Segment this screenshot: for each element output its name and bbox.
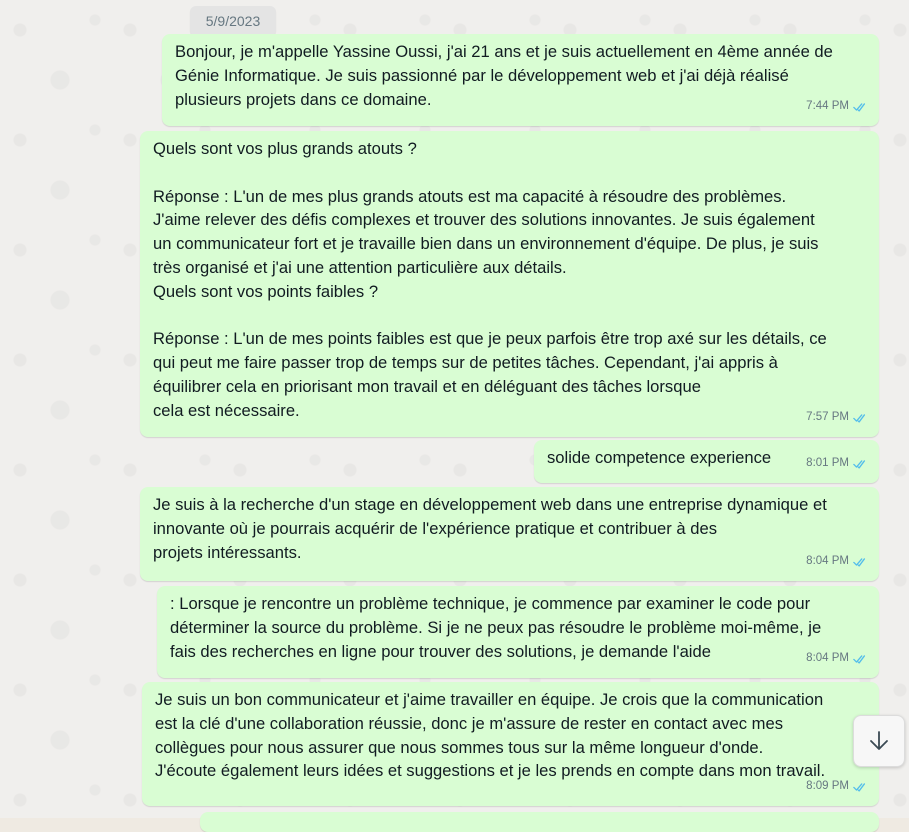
outgoing-message[interactable]: Bonjour, je m'appelle Yassine Oussi, j'a…	[162, 34, 879, 126]
message-time: 8:04 PM	[806, 652, 849, 665]
double-check-icon	[853, 414, 866, 423]
message-time: 7:57 PM	[806, 411, 849, 424]
scroll-to-bottom-button[interactable]	[853, 715, 905, 767]
message-meta: 8:04 PM	[806, 550, 867, 574]
partial-message[interactable]	[200, 812, 879, 832]
double-check-icon	[853, 783, 866, 792]
outgoing-message[interactable]: solide competence experience 8:01 PM	[534, 440, 879, 483]
double-check-icon	[853, 103, 866, 112]
double-check-icon	[853, 655, 866, 664]
message-text: Quels sont vos plus grands atouts ? Répo…	[153, 139, 827, 420]
message-text: Je suis à la recherche d'un stage en dév…	[153, 495, 827, 562]
message-time: 8:09 PM	[806, 780, 849, 793]
message-meta: 7:57 PM	[806, 406, 867, 430]
message-meta: 7:44 PM	[806, 95, 867, 119]
outgoing-message[interactable]: : Lorsque je rencontre un problème techn…	[157, 586, 879, 678]
message-time: 7:44 PM	[806, 100, 849, 113]
outgoing-message[interactable]: Je suis un bon communicateur et j'aime t…	[142, 682, 879, 806]
message-meta: 8:04 PM	[806, 647, 867, 671]
double-check-icon	[853, 460, 866, 469]
message-text: Je suis un bon communicateur et j'aime t…	[155, 690, 826, 781]
double-check-icon	[853, 558, 866, 567]
message-time: 8:04 PM	[806, 555, 849, 568]
message-text: : Lorsque je rencontre un problème techn…	[170, 594, 822, 661]
message-time: 8:01 PM	[806, 457, 849, 470]
message-text: Bonjour, je m'appelle Yassine Oussi, j'a…	[175, 42, 833, 109]
date-separator: 5/9/2023	[190, 6, 276, 36]
outgoing-message[interactable]: Quels sont vos plus grands atouts ? Répo…	[140, 131, 879, 437]
message-meta: 8:01 PM	[806, 452, 867, 476]
outgoing-message[interactable]: Je suis à la recherche d'un stage en dév…	[140, 487, 879, 581]
message-meta: 8:09 PM	[806, 775, 867, 799]
arrow-down-icon	[870, 731, 888, 750]
